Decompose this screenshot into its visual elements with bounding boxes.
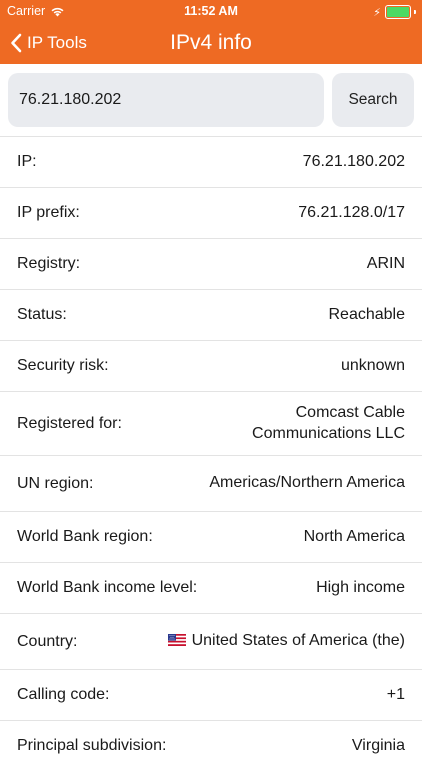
- charging-icon: ⚡: [373, 6, 381, 19]
- info-row-principal-subdivision: Principal subdivision: Virginia: [0, 720, 422, 771]
- info-label: IP prefix:: [17, 204, 80, 221]
- info-label: Security risk:: [17, 357, 109, 374]
- battery-icon: [385, 5, 411, 19]
- info-row-registry: Registry: ARIN: [0, 238, 422, 289]
- country-name: United States of America (the): [191, 632, 405, 650]
- info-label: IP:: [17, 153, 37, 170]
- app-header: Carrier 11:52 AM ⚡ IP Tools IPv4 info: [0, 0, 422, 64]
- info-value: High income: [316, 578, 405, 596]
- info-row-world-bank-income: World Bank income level: High income: [0, 562, 422, 613]
- search-bar: Search: [0, 64, 422, 136]
- info-list: IP: 76.21.180.202 IP prefix: 76.21.128.0…: [0, 136, 422, 771]
- info-value: 76.21.180.202: [302, 152, 405, 170]
- info-label: Country:: [17, 632, 78, 650]
- info-value: ARIN: [366, 254, 405, 272]
- info-value: +1: [386, 685, 405, 703]
- info-row-un-region: UN region: Americas/Northern America: [0, 455, 422, 511]
- navigation-bar: IP Tools IPv4 info: [0, 22, 422, 64]
- info-row-ip-prefix: IP prefix: 76.21.128.0/17: [0, 187, 422, 238]
- info-label: Calling code:: [17, 686, 110, 703]
- battery-fill: [387, 7, 409, 17]
- us-flag-icon: [167, 634, 186, 647]
- info-row-calling-code: Calling code: +1: [0, 669, 422, 720]
- info-row-security-risk: Security risk: unknown: [0, 340, 422, 391]
- info-label: Status:: [17, 306, 67, 323]
- info-value: Virginia: [351, 736, 405, 754]
- info-value: Americas/Northern America: [209, 474, 405, 492]
- ip-address-input[interactable]: [8, 73, 324, 127]
- info-value: United States of America (the): [167, 631, 405, 652]
- info-value: Comcast Cable Communications LLC: [252, 403, 405, 442]
- info-label: World Bank region:: [17, 528, 153, 545]
- clock: 11:52 AM: [184, 4, 238, 18]
- info-row-registered-for: Registered for: Comcast Cable Communicat…: [0, 391, 422, 455]
- info-row-world-bank-region: World Bank region: North America: [0, 511, 422, 562]
- page-title: IPv4 info: [170, 31, 252, 54]
- battery-tip: [414, 10, 416, 14]
- info-row-country: Country: United States of America (the): [0, 613, 422, 669]
- search-button[interactable]: Search: [332, 73, 414, 127]
- info-label: World Bank income level:: [17, 579, 198, 596]
- status-bar: Carrier 11:52 AM ⚡: [0, 0, 422, 22]
- info-value: 76.21.128.0/17: [298, 203, 405, 221]
- info-label: Registered for:: [17, 414, 122, 432]
- info-label: Principal subdivision:: [17, 737, 167, 754]
- info-value: unknown: [340, 356, 405, 374]
- battery-indicator: ⚡: [373, 5, 416, 19]
- info-row-ip: IP: 76.21.180.202: [0, 136, 422, 187]
- info-label: UN region:: [17, 474, 94, 492]
- info-row-status: Status: Reachable: [0, 289, 422, 340]
- info-value: North America: [303, 527, 405, 545]
- info-label: Registry:: [17, 255, 81, 272]
- info-value: Reachable: [328, 305, 406, 323]
